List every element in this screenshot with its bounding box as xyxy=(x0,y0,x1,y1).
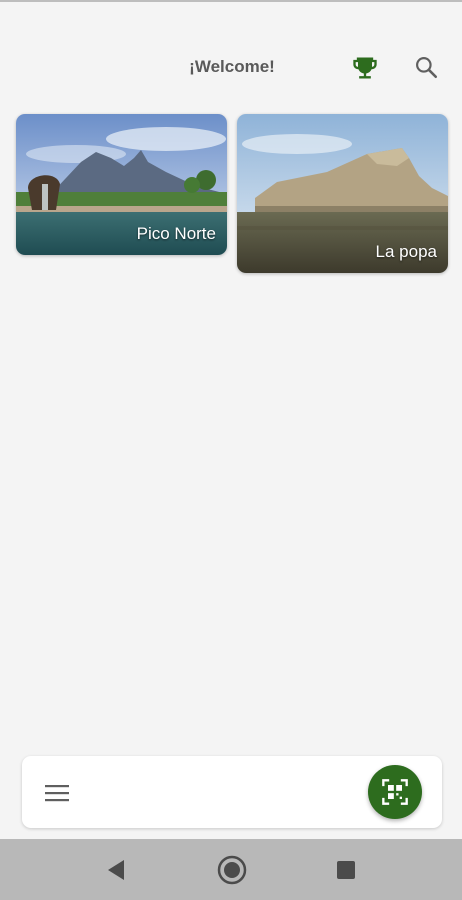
back-triangle-icon xyxy=(108,860,124,880)
nav-recents-button[interactable] xyxy=(329,853,363,887)
search-button[interactable] xyxy=(406,47,446,87)
place-card-la-popa[interactable]: La popa xyxy=(237,114,448,273)
hamburger-menu-icon xyxy=(45,785,69,802)
welcome-title: ¡Welcome! xyxy=(189,57,275,76)
system-nav-bar xyxy=(0,839,462,900)
place-name: La popa xyxy=(375,242,437,261)
app-header: ¡Welcome! xyxy=(0,40,462,94)
nav-back-button[interactable] xyxy=(99,853,133,887)
place-card-pico-norte[interactable]: Pico Norte xyxy=(16,114,227,255)
trophy-button[interactable] xyxy=(345,48,385,88)
trophy-icon xyxy=(353,57,377,79)
recents-square-icon xyxy=(337,861,355,879)
qr-scan-icon xyxy=(382,779,408,805)
bottom-bar xyxy=(22,756,442,828)
search-icon xyxy=(416,57,438,79)
nav-home-button[interactable] xyxy=(215,853,249,887)
status-strip xyxy=(0,0,462,2)
qr-scan-button[interactable] xyxy=(368,765,422,819)
menu-button[interactable] xyxy=(42,778,72,808)
home-circle-icon xyxy=(217,855,247,885)
place-name: Pico Norte xyxy=(136,224,216,243)
